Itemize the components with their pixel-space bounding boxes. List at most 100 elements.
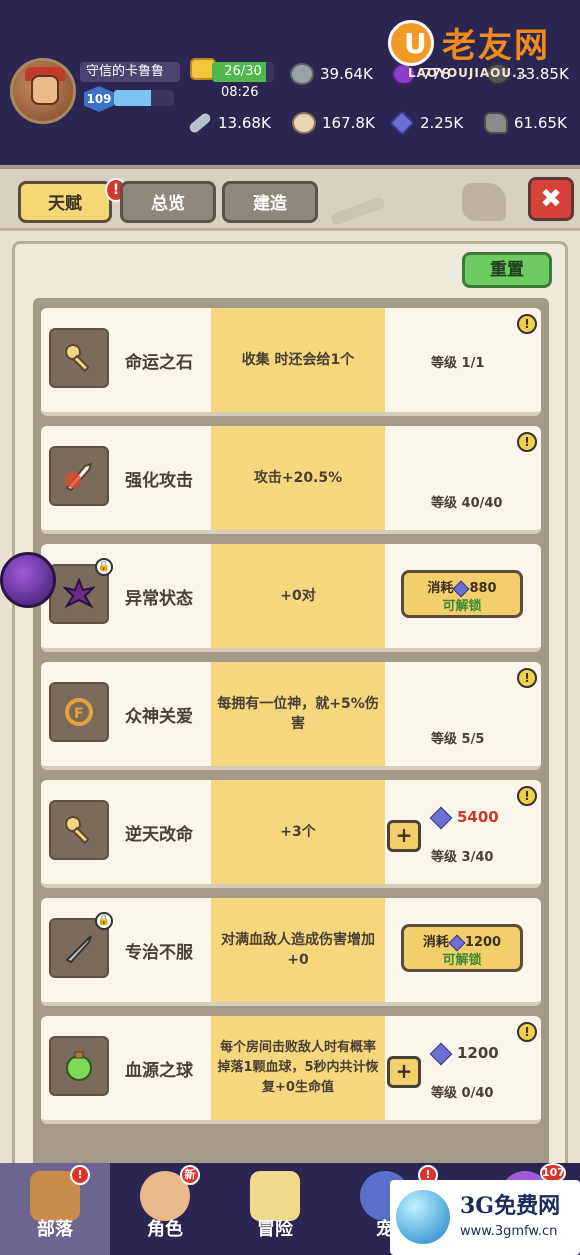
bone-decoration-icon <box>329 195 387 227</box>
tab-talent[interactable]: 天赋 ! <box>18 178 127 223</box>
info-icon[interactable]: ! <box>517 668 537 688</box>
talent-level: 等级 1/1 <box>431 356 485 371</box>
xp-bar <box>114 90 174 106</box>
gem-icon <box>429 1042 453 1065</box>
info-icon[interactable]: ! <box>517 786 537 806</box>
energy-timer: 08:26 <box>221 85 259 100</box>
tab-build[interactable]: 建造 <box>222 181 318 223</box>
talent-row[interactable]: 🔒 异常状态 +0对 消耗 880 可解锁 <box>41 544 541 652</box>
purple-orb-icon <box>392 63 416 85</box>
talent-description: 攻击+20.5% <box>211 426 385 530</box>
tab-overview[interactable]: 总览 <box>120 181 216 223</box>
status-burst-icon: 🔒 <box>49 558 113 624</box>
sword-fire-icon <box>49 446 109 506</box>
resource-coin-value: 167.8K <box>322 114 375 132</box>
reset-button[interactable]: 重置 <box>462 252 552 288</box>
talent-name: 专治不服 <box>125 943 193 963</box>
dark-resource-icon <box>486 63 510 85</box>
nav-label: 冒险 <box>257 1219 293 1240</box>
talent-name: 强化攻击 <box>125 471 193 491</box>
cost-value: 880 <box>469 581 497 596</box>
close-button[interactable]: ✖ <box>528 177 574 221</box>
upgrade-plus-button[interactable]: + <box>387 820 421 852</box>
nav-new-badge: 新 <box>180 1165 200 1185</box>
cost-value: 1200 <box>457 1044 499 1062</box>
green-orb-icon <box>49 1036 109 1096</box>
info-icon[interactable]: ! <box>517 314 537 334</box>
svg-text:F: F <box>74 706 84 722</box>
talent-name: 命运之石 <box>125 353 193 373</box>
talent-description: 对满血敌人造成伤害增加+0 <box>211 898 385 1002</box>
talent-row[interactable]: 🔒 专治不服 对满血敌人造成伤害增加+0 消耗 1200 可解锁 <box>41 898 541 1006</box>
resource-bone-value: 13.68K <box>218 114 271 132</box>
unlock-button[interactable]: 消耗 1200 可解锁 <box>401 924 523 972</box>
unlock-label: 可解锁 <box>442 953 482 968</box>
top-status-bar: 守信的卡鲁鲁 109 26/30 08:26 39.64K 778 33.85K… <box>0 0 580 165</box>
resource-rock-value: 61.65K <box>514 114 567 132</box>
watermark-text: 老友网 <box>442 26 550 66</box>
avatar-face <box>31 75 59 105</box>
watermark-logo-letter: U <box>404 27 427 60</box>
watermark-logo-icon: U <box>388 20 434 66</box>
nav-label: 部落 <box>37 1219 73 1240</box>
talent-row[interactable]: F 众神关爱 每拥有一位神，就+5%伤害 ! 等级 5/5 <box>41 662 541 770</box>
talent-description: 收集 时还会给1个 <box>211 308 385 412</box>
tab-bar: 天赋 ! 总览 建造 ✖ <box>0 169 580 231</box>
resource-gem-value: 2.25K <box>420 114 464 132</box>
talent-description: +3个 <box>211 780 385 884</box>
xp-bar-fill <box>114 90 152 106</box>
talent-description: 每个房间击败敌人时有概率掉落1颗血球，5秒内共计恢复+0生命值 <box>211 1016 385 1120</box>
cost-value: 1200 <box>464 935 502 950</box>
nav-adventure[interactable]: 冒险 <box>220 1163 330 1255</box>
talent-level: 等级 40/40 <box>431 496 503 511</box>
gem-icon <box>429 806 453 829</box>
talent-description: +0对 <box>211 544 385 648</box>
talent-name: 逆天改命 <box>125 825 193 845</box>
bone-icon <box>187 111 213 135</box>
upgrade-plus-button[interactable]: + <box>387 1056 421 1088</box>
info-icon[interactable]: ! <box>517 1022 537 1042</box>
cost-prefix: 消耗 <box>427 581 454 596</box>
talent-panel: 天赋 ! 总览 建造 ✖ 重置 命运之石 收集 时还会给1个 ! 等级 1/1 <box>0 165 580 1178</box>
stone-icon <box>290 63 314 85</box>
talent-row[interactable]: 命运之石 收集 时还会给1个 ! 等级 1/1 <box>41 308 541 416</box>
watermark-bottom: 3G免费网 www.3gmfw.cn <box>390 1180 580 1255</box>
talent-row[interactable]: 逆天改命 +3个 ! + 5400 等级 3/40 <box>41 780 541 888</box>
unlock-cost: 消耗 880 <box>404 577 520 597</box>
nav-tribe[interactable]: ! 部落 <box>0 1163 110 1255</box>
unlock-cost: 消耗 1200 <box>404 931 520 951</box>
unlock-button[interactable]: 消耗 880 可解锁 <box>401 570 523 618</box>
talent-row[interactable]: 强化攻击 攻击+20.5% ! 等级 40/40 <box>41 426 541 534</box>
talent-list[interactable]: 命运之石 收集 时还会给1个 ! 等级 1/1 强化攻击 攻击+20.5% ! … <box>33 298 549 1178</box>
talent-row[interactable]: 血源之球 每个房间击败敌人时有概率掉落1颗血球，5秒内共计恢复+0生命值 ! +… <box>41 1016 541 1124</box>
talent-description: 每拥有一位神，就+5%伤害 <box>211 662 385 766</box>
energy-count: 26/30 <box>224 64 262 79</box>
dagger-icon: 🔒 <box>49 912 113 978</box>
resource-purple-value: 778 <box>422 65 451 83</box>
nav-label: 角色 <box>147 1219 183 1240</box>
talent-name: 血源之球 <box>125 1061 193 1081</box>
talent-list-frame: 重置 命运之石 收集 时还会给1个 ! 等级 1/1 强化攻击 攻击+20.5%… <box>12 241 568 1178</box>
map-icon <box>250 1171 300 1221</box>
player-level-badge: 109 <box>84 86 114 112</box>
key-level-icon <box>49 800 109 860</box>
avatar[interactable] <box>10 58 76 124</box>
unlock-label: 可解锁 <box>442 599 482 614</box>
rock-icon <box>484 112 508 134</box>
nav-character[interactable]: 新 角色 <box>110 1163 220 1255</box>
beast-mask-decoration-icon <box>462 183 506 221</box>
watermark-url: www.3gmfw.cn <box>460 1224 558 1239</box>
tab-talent-label: 天赋 <box>48 194 82 214</box>
watermark-globe-icon <box>396 1190 450 1244</box>
side-skill-orb-icon[interactable] <box>0 552 56 608</box>
resource-dark-value: 33.85K <box>516 65 569 83</box>
talent-level: 等级 5/5 <box>431 732 485 747</box>
talent-level: 等级 0/40 <box>431 1086 494 1101</box>
cost-value: 5400 <box>457 808 499 826</box>
watermark-title: 3G免费网 <box>460 1193 561 1219</box>
nav-alert-badge: ! <box>70 1165 90 1185</box>
cost-prefix: 消耗 <box>422 935 449 950</box>
info-icon[interactable]: ! <box>517 432 537 452</box>
upgrade-cost: 1200 <box>429 1042 499 1065</box>
resource-stone-value: 39.64K <box>320 65 373 83</box>
